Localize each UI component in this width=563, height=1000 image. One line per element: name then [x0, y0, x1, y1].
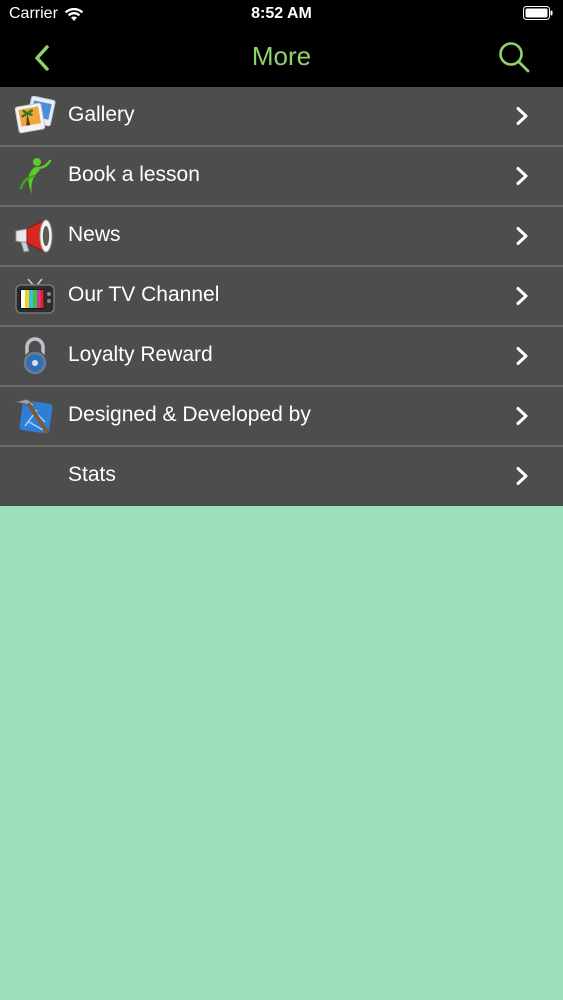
golfer-icon [19, 158, 52, 194]
menu-item-label: Book a lesson [68, 163, 200, 186]
menu-item-label: Stats [68, 463, 116, 486]
battery-icon [523, 6, 553, 20]
menu-item-label: News [68, 223, 121, 246]
chevron-right-icon [516, 407, 528, 425]
menu-item-gallery[interactable]: Gallery [0, 87, 563, 147]
gallery-icon [14, 96, 56, 134]
menu-item-label: Loyalty Reward [68, 343, 213, 366]
developer-tools-icon [14, 398, 53, 434]
menu-item-label: Gallery [68, 103, 135, 126]
menu-item-stats[interactable]: Stats [0, 447, 563, 506]
navigation-bar: More [0, 28, 563, 87]
chevron-right-icon [516, 467, 528, 485]
menu-item-label: Our TV Channel [68, 283, 220, 306]
chevron-right-icon [516, 107, 528, 125]
menu-item-loyalty-reward[interactable]: Loyalty Reward [0, 327, 563, 387]
page-title: More [251, 41, 312, 71]
chevron-right-icon [516, 347, 528, 365]
padlock-icon [22, 337, 48, 376]
menu-item-designed-developed-by[interactable]: Designed & Developed by [0, 387, 563, 447]
chevron-right-icon [516, 167, 528, 185]
chevron-right-icon [516, 227, 528, 245]
menu-item-news[interactable]: News [0, 207, 563, 267]
status-time: 8:52 AM [251, 5, 312, 22]
chevron-right-icon [516, 287, 528, 305]
menu-item-label: Designed & Developed by [68, 403, 311, 426]
menu-item-book-a-lesson[interactable]: Book a lesson [0, 147, 563, 207]
megaphone-icon [15, 219, 53, 253]
search-icon[interactable] [497, 40, 531, 74]
menu-item-our-tv-channel[interactable]: Our TV Channel [0, 267, 563, 327]
tv-icon [15, 278, 55, 314]
menu-list: Gallery Book a lesson News Our TV Channe… [0, 87, 563, 506]
status-bar: Carrier 8:52 AM [0, 0, 563, 28]
